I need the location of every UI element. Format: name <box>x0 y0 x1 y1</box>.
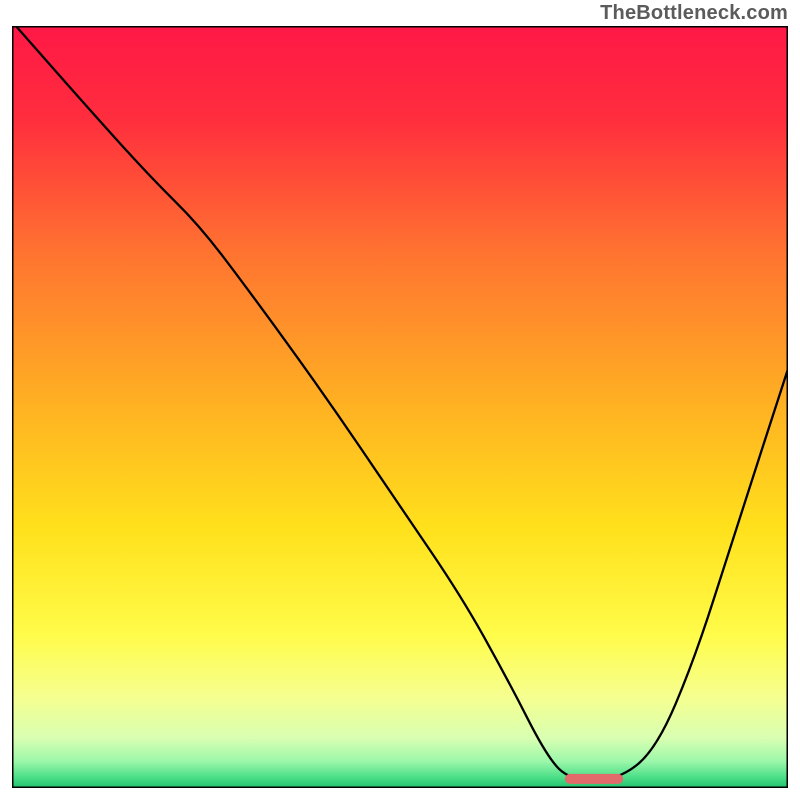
plot-background <box>12 26 788 788</box>
optimal-marker <box>565 774 623 784</box>
bottleneck-chart <box>12 26 788 788</box>
chart-container <box>12 26 788 788</box>
watermark-text: TheBottleneck.com <box>600 2 788 25</box>
